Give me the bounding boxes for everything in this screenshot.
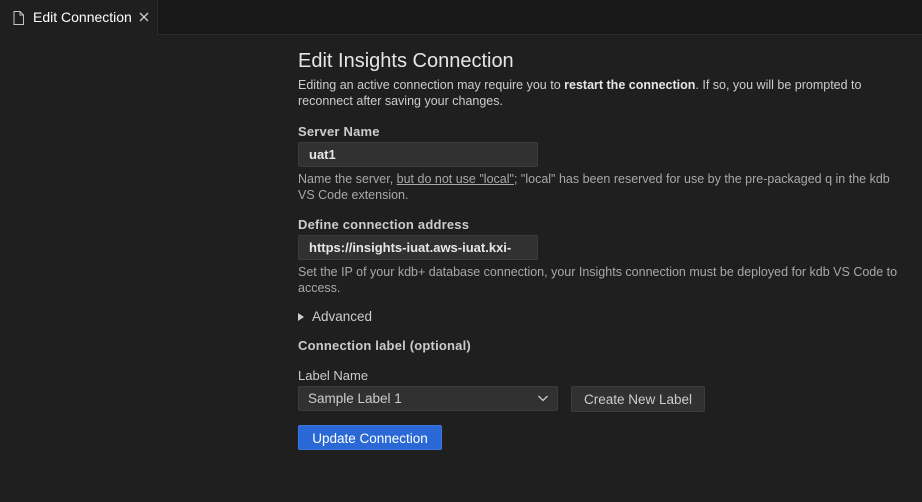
connection-address-help: Set the IP of your kdb+ database connect… [298, 265, 898, 295]
file-icon [13, 11, 24, 25]
server-name-label: Server Name [298, 124, 380, 139]
label-select[interactable]: Sample Label 1 [298, 386, 558, 411]
tab-edit-connection[interactable]: Edit Connection [0, 0, 158, 35]
page-title: Edit Insights Connection [298, 50, 514, 72]
tab-label: Edit Connection [33, 9, 132, 25]
advanced-label: Advanced [312, 309, 373, 324]
close-icon[interactable] [137, 10, 151, 24]
connection-address-label: Define connection address [298, 217, 470, 232]
form-description: Editing an active connection may require… [298, 77, 898, 109]
advanced-toggle[interactable]: Advanced [298, 309, 372, 324]
description-emphasis: restart the connection [564, 78, 696, 92]
server-name-help-text: Name the server, [298, 172, 397, 186]
server-name-help: Name the server, but do not use "local";… [298, 171, 898, 203]
update-connection-button[interactable]: Update Connection [298, 425, 442, 450]
label-select-value: Sample Label 1 [308, 391, 402, 406]
chevron-down-icon [538, 395, 548, 402]
expand-triangle-icon [298, 312, 304, 321]
server-name-help-warning: but do not use "local" [396, 172, 514, 186]
server-name-input[interactable] [298, 142, 538, 167]
label-name-label: Label Name [298, 368, 369, 383]
connection-address-input[interactable] [298, 235, 538, 260]
connection-label-heading: Connection label (optional) [298, 338, 471, 353]
editor-tab-bar: Edit Connection [0, 0, 922, 35]
create-new-label-button[interactable]: Create New Label [571, 386, 705, 412]
description-text: Editing an active connection may require… [298, 78, 565, 92]
